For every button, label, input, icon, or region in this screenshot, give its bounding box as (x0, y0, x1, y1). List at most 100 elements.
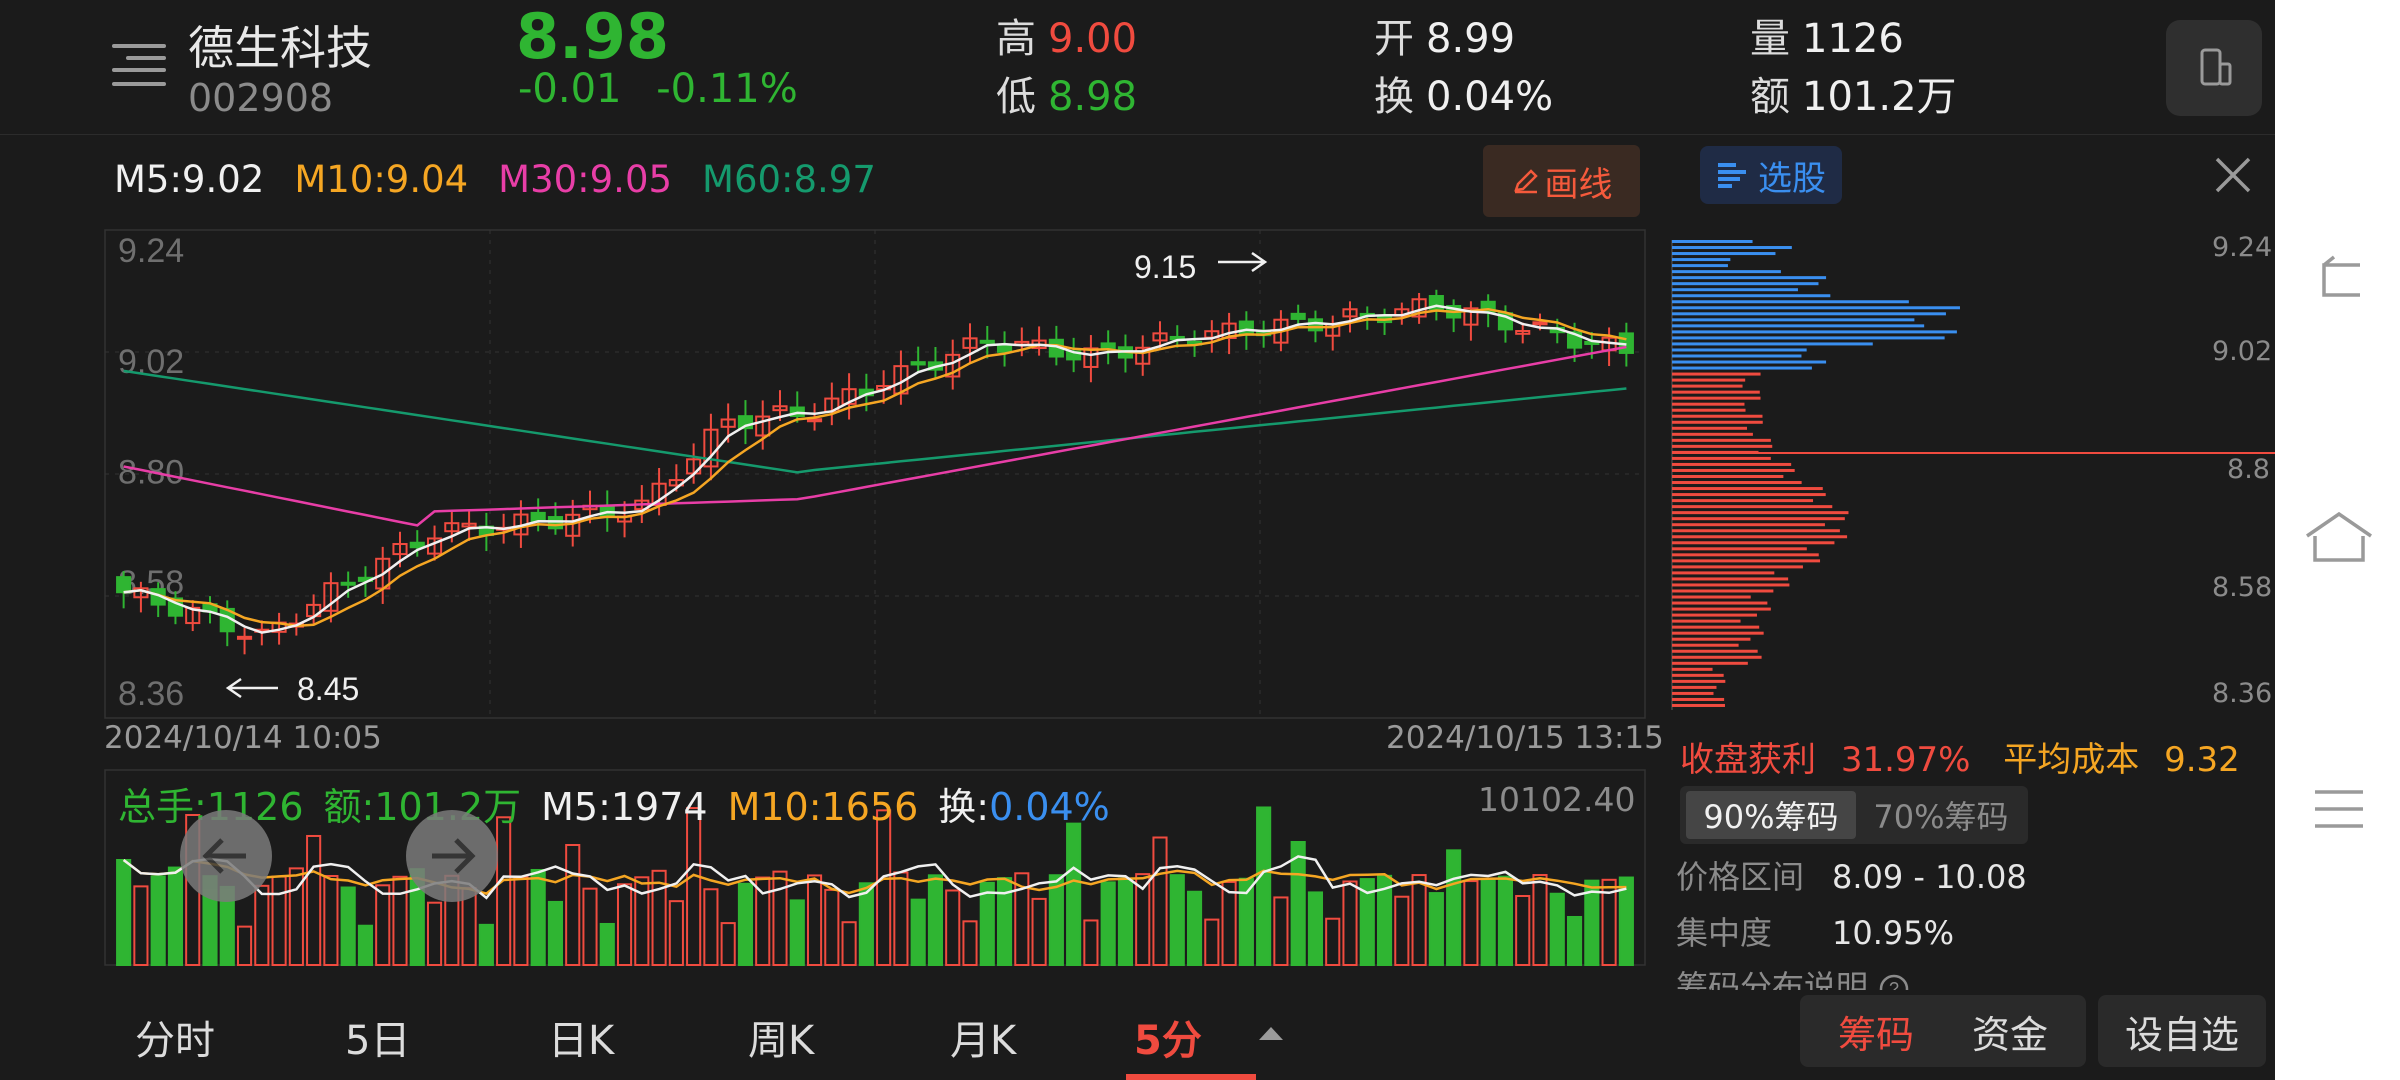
chip-price-tick: 8.58 (2212, 572, 2273, 603)
volume-bar (426, 901, 443, 967)
amount-stat: 额 101.2万 (1750, 64, 1957, 122)
vol-ma10: M10:1656 (727, 785, 919, 829)
chip-bar (1672, 306, 1960, 310)
candle-body (340, 581, 356, 586)
chip-bar (1672, 541, 1835, 545)
volume-stat: 量 1126 (1750, 6, 1904, 64)
chip-bar (1672, 529, 1840, 533)
avg-cost-label: 平均成本 (2003, 740, 2140, 780)
chip-bar (1672, 252, 1776, 256)
tab-70-chip[interactable]: 70%筹码 (1858, 791, 2024, 839)
volume-bar (1031, 897, 1047, 966)
chip-bar (1672, 396, 1761, 400)
add-watchlist-button[interactable]: 设自选 (2098, 995, 2266, 1067)
chip-bar (1672, 456, 1771, 460)
volume-bar (357, 924, 374, 967)
chip-bar (1672, 426, 1748, 430)
volume-bar (927, 874, 944, 966)
chip-bar (1672, 318, 1915, 322)
tab-daily-k[interactable]: 日K (548, 1008, 614, 1066)
stock-picker-button[interactable]: 选股 (1700, 146, 1842, 204)
tab-5min[interactable]: 5分 (1134, 1008, 1202, 1066)
chip-bar (1672, 487, 1823, 491)
volume-bar (496, 816, 512, 966)
chip-bar (1672, 679, 1726, 683)
chip-explain-row[interactable]: 筹码分布说明 ? (1676, 962, 2275, 990)
candle-body (1100, 342, 1116, 350)
arrow-right-icon (432, 838, 476, 874)
concentration-value: 10.95% (1832, 914, 1955, 952)
chip-bar (1672, 619, 1741, 623)
home-icon[interactable] (2303, 510, 2375, 564)
chip-bar (1672, 583, 1790, 587)
chip-bar (1672, 589, 1774, 593)
volume-bar (392, 875, 408, 967)
volume-bar (806, 874, 823, 966)
tab-intraday[interactable]: 分时 (135, 1008, 215, 1066)
chip-bar (1672, 637, 1751, 641)
volume-bar (772, 870, 788, 967)
volume-bar (1428, 892, 1444, 966)
volume-bar (910, 898, 926, 966)
chip-button[interactable]: 筹码 资金 (1800, 995, 2086, 1067)
chip-bar (1672, 432, 1753, 436)
avg-cost-value: 9.32 (2164, 740, 2240, 780)
chip-bar (1672, 667, 1713, 671)
volume-bar (616, 883, 633, 967)
volume-bar (979, 881, 995, 967)
landscape-toggle-button[interactable] (2166, 20, 2262, 116)
price-range-row: 价格区间 8.09 - 10.08 (1676, 852, 2027, 898)
volume-bar (133, 885, 149, 967)
scroll-right-button[interactable] (406, 810, 498, 902)
volume-bar (599, 922, 615, 966)
concentration-label: 集中度 (1676, 914, 1773, 952)
tab-weekly-k[interactable]: 周K (748, 1008, 814, 1066)
chip-bar (1672, 468, 1795, 472)
volume-bar (116, 859, 132, 966)
chip-bar (1672, 420, 1763, 424)
chip-bar (1672, 511, 1849, 515)
volume-axis-max: 10102.40 (1478, 780, 1636, 819)
volume-bar (962, 920, 978, 966)
fund-button[interactable]: 资金 (1972, 1004, 2048, 1059)
caret-up-icon[interactable] (1256, 1022, 1286, 1044)
volume-bar (876, 809, 892, 967)
chip-summary: 收盘获利 31.97% 平均成本 9.32 (1680, 732, 2240, 781)
volume-bar (1117, 877, 1134, 966)
volume-bar (841, 921, 857, 966)
chip-bar (1672, 342, 1873, 346)
volume-bar (1186, 890, 1203, 967)
amount-label: 额 (1750, 74, 1790, 120)
chip-bar (1672, 360, 1827, 364)
tab-90-chip[interactable]: 90%筹码 (1686, 791, 1856, 839)
price-annotations: 9.15 8.45 (225, 249, 1268, 707)
volume-bar (530, 868, 546, 967)
chip-bar (1672, 595, 1751, 599)
recents-menu-icon[interactable] (2311, 786, 2367, 832)
chip-bar (1672, 517, 1845, 521)
profit-label: 收盘获利 (1680, 740, 1816, 780)
tab-monthly-k[interactable]: 月K (950, 1008, 1016, 1066)
volume-bar (340, 886, 356, 966)
chip-bar (1672, 703, 1725, 707)
back-icon[interactable] (2310, 255, 2370, 305)
candle-body (1290, 312, 1306, 320)
close-panel-button[interactable] (2208, 150, 2258, 200)
chip-explain-link: 筹码分布说明 (1676, 968, 1869, 990)
chip-bar (1672, 384, 1743, 388)
volume-bar (1411, 874, 1427, 967)
system-nav-bar (2275, 0, 2400, 1080)
chip-bar (1672, 264, 1728, 268)
chip-bar (1672, 240, 1753, 243)
volume-bar (789, 899, 805, 967)
chip-bar (1672, 282, 1819, 286)
chip-bar (1672, 336, 1945, 340)
volume-bar (755, 876, 771, 966)
volume-label: 量 (1750, 16, 1790, 62)
volume-bar (375, 884, 391, 967)
arrow-left-icon (202, 838, 246, 874)
tab-5day[interactable]: 5日 (345, 1008, 410, 1066)
volume-bar (1221, 880, 1237, 967)
chip-bar (1672, 547, 1807, 551)
scroll-left-button[interactable] (180, 810, 272, 902)
